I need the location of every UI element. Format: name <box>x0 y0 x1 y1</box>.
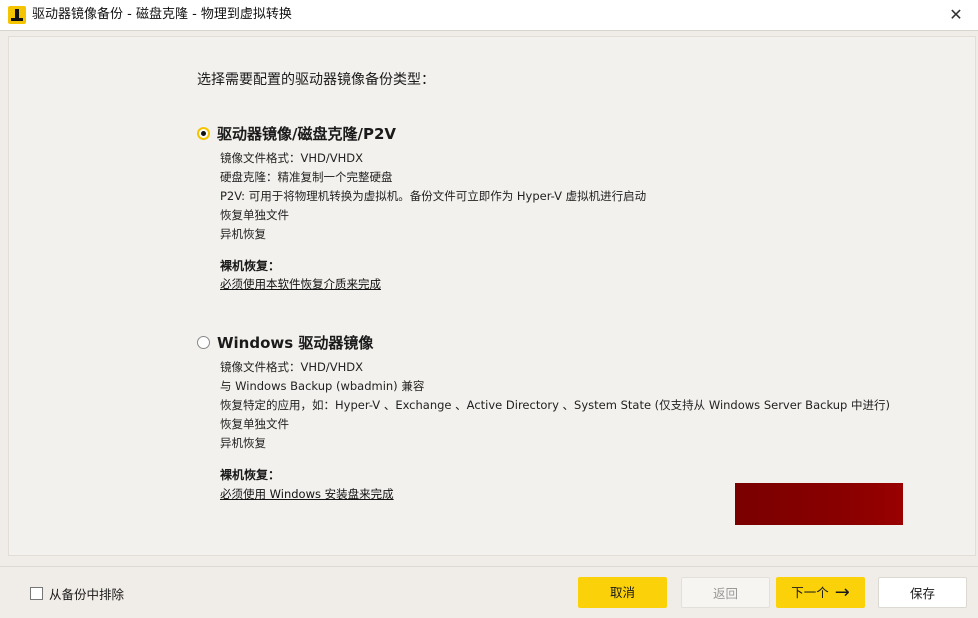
content-panel: 选择需要配置的驱动器镜像备份类型： 驱动器镜像/磁盘克隆/P2V 镜像文件格式：… <box>8 36 976 556</box>
page-prompt: 选择需要配置的驱动器镜像备份类型： <box>197 72 435 88</box>
description-line: 恢复单独文件 <box>220 208 289 222</box>
close-button[interactable]: ✕ <box>946 5 966 25</box>
description-line: 恢复特定的应用，如：Hyper-V 、Exchange 、Active Dire… <box>220 398 890 412</box>
window-title: 驱动器镜像备份 - 磁盘克隆 - 物理到虚拟转换 <box>32 7 292 22</box>
description-line: 镜像文件格式：VHD/VHDX <box>220 360 363 374</box>
redacted-block <box>735 483 903 525</box>
checkbox-icon <box>30 587 43 600</box>
description-line: 镜像文件格式：VHD/VHDX <box>220 151 363 165</box>
bare-metal-title: 裸机恢复： <box>220 468 281 482</box>
arrow-right-icon: → <box>834 582 850 603</box>
description-line: 异机恢复 <box>220 227 266 241</box>
description-line: 恢复单独文件 <box>220 417 289 431</box>
bare-metal-link[interactable]: 必须使用本软件恢复介质来完成 <box>220 276 381 292</box>
description-line: 与 Windows Backup (wbadmin) 兼容 <box>220 379 425 393</box>
footer-divider <box>0 566 978 567</box>
bare-metal-link[interactable]: 必须使用 Windows 安装盘来完成 <box>220 486 394 502</box>
radio-checked-icon <box>197 127 210 140</box>
option-description: 镜像文件格式：VHD/VHDX 与 Windows Backup (wbadmi… <box>220 358 890 453</box>
bare-metal-title: 裸机恢复： <box>220 259 281 273</box>
title-bar: 驱动器镜像备份 - 磁盘克隆 - 物理到虚拟转换 ✕ <box>0 0 978 31</box>
option-description: 镜像文件格式：VHD/VHDX 硬盘克隆：精准复制一个完整硬盘 P2V: 可用于… <box>220 149 646 244</box>
exclude-label: 从备份中排除 <box>49 587 125 602</box>
description-line: 硬盘克隆：精准复制一个完整硬盘 <box>220 170 393 184</box>
option-title: 驱动器镜像/磁盘克隆/P2V <box>217 125 396 143</box>
option-title: Windows 驱动器镜像 <box>217 334 374 352</box>
cancel-button[interactable]: 取消 <box>578 577 667 608</box>
close-icon: ✕ <box>949 5 963 24</box>
next-button[interactable]: 下一个 → <box>776 577 865 608</box>
description-line: 异机恢复 <box>220 436 266 450</box>
radio-unchecked-icon <box>197 336 210 349</box>
back-button[interactable]: 返回 <box>681 577 770 608</box>
option-windows-image-radio[interactable]: Windows 驱动器镜像 <box>197 332 373 353</box>
description-line: P2V: 可用于将物理机转换为虚拟机。备份文件可立即作为 Hyper-V 虚拟机… <box>220 189 647 203</box>
option-drive-image-radio[interactable]: 驱动器镜像/磁盘克隆/P2V <box>197 123 396 144</box>
app-logo-icon <box>8 6 26 24</box>
next-label: 下一个 <box>791 585 829 600</box>
save-button[interactable]: 保存 <box>878 577 967 608</box>
exclude-from-backup-checkbox[interactable]: 从备份中排除 <box>30 584 124 603</box>
